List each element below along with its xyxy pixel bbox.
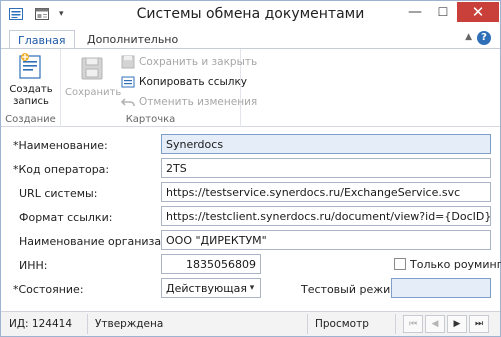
state-select-value: Действующая bbox=[166, 282, 247, 295]
last-record-button[interactable]: ⏭ bbox=[469, 315, 489, 333]
status-bar: ИД: 124414 Утверждена Просмотр ⏮ ◀ ▶ ⏭ bbox=[1, 311, 500, 336]
tab-additional[interactable]: Дополнительно bbox=[79, 30, 186, 49]
create-record-icon bbox=[17, 53, 45, 81]
ribbon-group-create: Создать запись Создание bbox=[1, 49, 61, 127]
save-close-icon bbox=[121, 55, 135, 69]
ribbon-group-card-label: Карточка bbox=[125, 114, 176, 125]
state-select[interactable]: Действующая ▾ bbox=[161, 278, 261, 298]
status-separator bbox=[395, 314, 396, 334]
record-id: ИД: 124414 bbox=[9, 318, 73, 330]
create-record-label: Создать запись bbox=[9, 84, 53, 107]
chevron-down-icon[interactable]: ▾ bbox=[244, 279, 260, 297]
prev-record-button[interactable]: ◀ bbox=[425, 315, 445, 333]
minimize-button[interactable]: — bbox=[401, 2, 429, 22]
name-field[interactable]: Synerdocs bbox=[161, 134, 491, 154]
org-name-field[interactable]: ООО "ДИРЕКТУМ" bbox=[161, 230, 491, 250]
operator-code-field[interactable]: 2TS bbox=[161, 158, 491, 178]
create-record-button[interactable]: Создать запись bbox=[7, 53, 55, 108]
ribbon: Создать запись Создание Сохранить Сохран… bbox=[1, 49, 500, 127]
status-separator bbox=[307, 314, 308, 334]
next-record-button[interactable]: ▶ bbox=[447, 315, 467, 333]
state-label: *Состояние: bbox=[13, 283, 84, 296]
ribbon-group-card: Сохранить Сохранить и закрыть Копировать… bbox=[61, 49, 257, 127]
operator-code-label: *Код оператора: bbox=[13, 163, 110, 176]
undo-icon bbox=[120, 95, 135, 109]
test-mode-label: Тестовый режим: bbox=[301, 283, 403, 296]
copy-link-icon bbox=[121, 75, 135, 89]
close-button[interactable]: ✕ bbox=[457, 2, 499, 22]
save-button[interactable]: Сохранить bbox=[65, 55, 122, 99]
only-roaming-label: Только роуминг bbox=[410, 258, 501, 271]
system-url-label: URL системы: bbox=[19, 187, 98, 200]
maximize-button[interactable]: ☐ bbox=[429, 2, 457, 22]
help-icon[interactable]: ? bbox=[477, 31, 491, 45]
copy-link-button[interactable]: Копировать ссылку bbox=[121, 73, 247, 90]
record-form: *Наименование: Synerdocs *Код оператора:… bbox=[1, 128, 501, 311]
link-format-label: Формат ссылки: bbox=[19, 211, 113, 224]
ribbon-tabs: Главная Дополнительно ▲ ? bbox=[1, 28, 500, 49]
ribbon-group-create-label: Создание bbox=[5, 114, 56, 125]
save-and-close-button[interactable]: Сохранить и закрыть bbox=[121, 53, 257, 70]
status-separator bbox=[87, 314, 88, 334]
inn-field[interactable]: 1835056809 bbox=[161, 254, 261, 274]
copy-link-label: Копировать ссылку bbox=[139, 75, 248, 88]
title-bar: ▾ Системы обмена документами — ☐ ✕ bbox=[1, 1, 500, 28]
collapse-ribbon-icon[interactable]: ▲ bbox=[465, 32, 472, 42]
inn-label: ИНН: bbox=[19, 259, 48, 272]
view-mode: Просмотр bbox=[315, 318, 369, 330]
name-label: *Наименование: bbox=[13, 139, 108, 152]
tab-main[interactable]: Главная bbox=[9, 30, 75, 49]
undo-changes-button[interactable]: Отменить изменения bbox=[120, 93, 258, 110]
link-format-field[interactable]: https://testclient.synerdocs.ru/document… bbox=[161, 206, 491, 226]
app-window: ▾ Системы обмена документами — ☐ ✕ Главн… bbox=[0, 0, 501, 337]
record-status: Утверждена bbox=[95, 318, 164, 330]
save-label: Сохранить bbox=[65, 87, 122, 98]
system-url-field[interactable]: https://testservice.synerdocs.ru/Exchang… bbox=[161, 182, 491, 202]
undo-changes-label: Отменить изменения bbox=[139, 95, 258, 108]
only-roaming-checkbox[interactable] bbox=[394, 258, 406, 270]
test-mode-field[interactable] bbox=[391, 278, 491, 298]
save-and-close-label: Сохранить и закрыть bbox=[139, 55, 258, 68]
first-record-button[interactable]: ⏮ bbox=[403, 315, 423, 333]
save-icon bbox=[78, 55, 106, 83]
